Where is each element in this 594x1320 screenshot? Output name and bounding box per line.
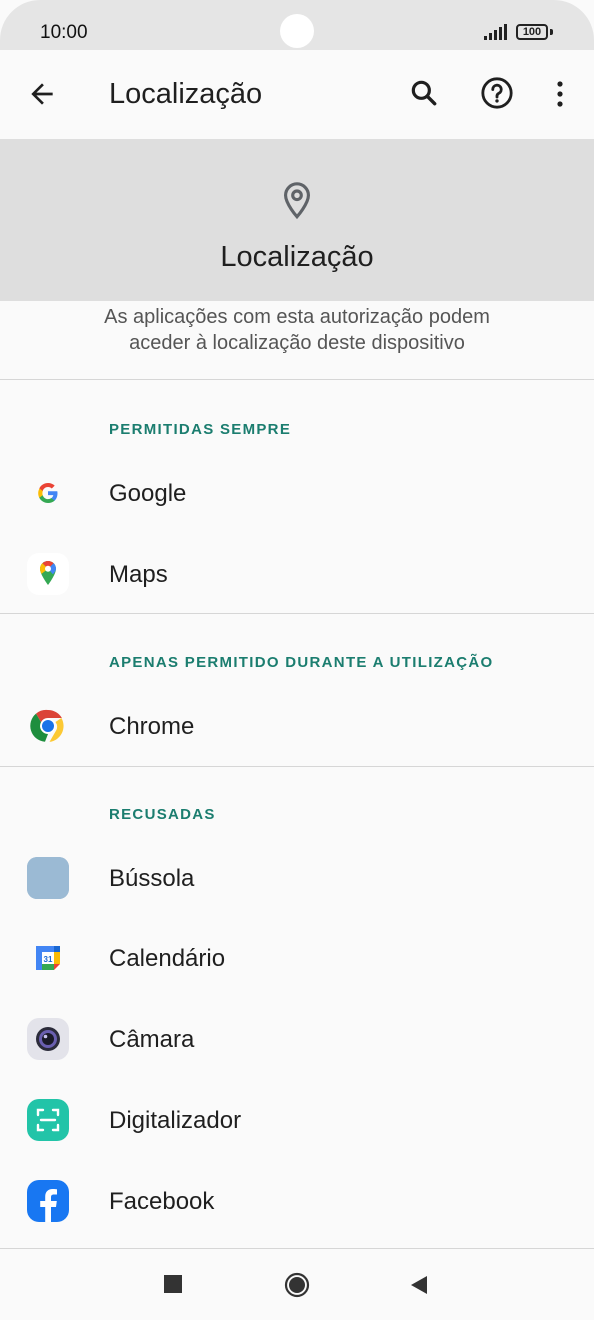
page-title: Localização [109,78,263,110]
app-name: Chrome [109,713,195,740]
home-button[interactable] [284,1272,310,1298]
app-row-facebook[interactable]: Facebook [0,1161,594,1241]
location-pin-icon [283,182,311,220]
app-row-calendar[interactable]: 31 Calendário [0,918,594,998]
battery-icon: 100 [516,24,548,40]
section-title-denied: RECUSADAS [109,806,216,823]
app-name: Google [109,480,187,507]
help-icon[interactable] [480,76,514,110]
compass-icon [27,857,69,899]
divider [0,766,594,767]
chrome-icon [27,705,69,747]
app-row-camera[interactable]: Câmara [0,999,594,1079]
battery-tip [550,29,553,35]
app-bar: Localização [0,50,594,134]
divider [0,379,594,380]
app-name: Maps [109,561,168,588]
navigation-bar [0,1250,594,1320]
search-icon[interactable] [408,77,440,109]
header-title: Localização [220,241,374,273]
scanner-icon [27,1099,69,1141]
app-name: Calendário [109,945,226,972]
app-row-compass[interactable]: Bússola [0,838,594,918]
description-line-1: As aplicações com esta autorização podem [104,306,490,328]
svg-text:31: 31 [44,955,53,964]
divider [0,613,594,614]
divider [0,1248,594,1249]
camera-icon [27,1018,69,1060]
facebook-icon [27,1180,69,1222]
maps-icon [27,553,69,595]
recents-button[interactable] [164,1275,182,1293]
app-row-google[interactable]: Google [0,453,594,533]
google-icon [27,472,69,514]
app-name: Bússola [109,865,195,892]
header-banner: Localização [0,139,594,301]
more-vert-icon[interactable] [548,78,572,110]
section-title-always: PERMITIDAS SEMPRE [109,421,292,438]
app-row-chrome[interactable]: Chrome [0,686,594,766]
header-description: As aplicações com esta autorização podem… [0,304,594,356]
section-title-while-in-use: APENAS PERMITIDO DURANTE A UTILIZAÇÃO [109,654,494,671]
arrow-back-icon[interactable] [26,78,58,110]
calendar-icon: 31 [27,937,69,979]
app-name: Digitalizador [109,1107,242,1134]
app-name: Facebook [109,1188,215,1215]
app-row-scanner[interactable]: Digitalizador [0,1080,594,1160]
status-time: 10:00 [40,22,88,43]
camera-cutout [280,14,314,48]
app-row-maps[interactable]: Maps [0,534,594,614]
signal-icon [484,24,507,40]
app-name: Câmara [109,1026,195,1053]
back-button[interactable] [408,1274,430,1296]
description-line-2: aceder à localização deste dispositivo [129,332,465,354]
